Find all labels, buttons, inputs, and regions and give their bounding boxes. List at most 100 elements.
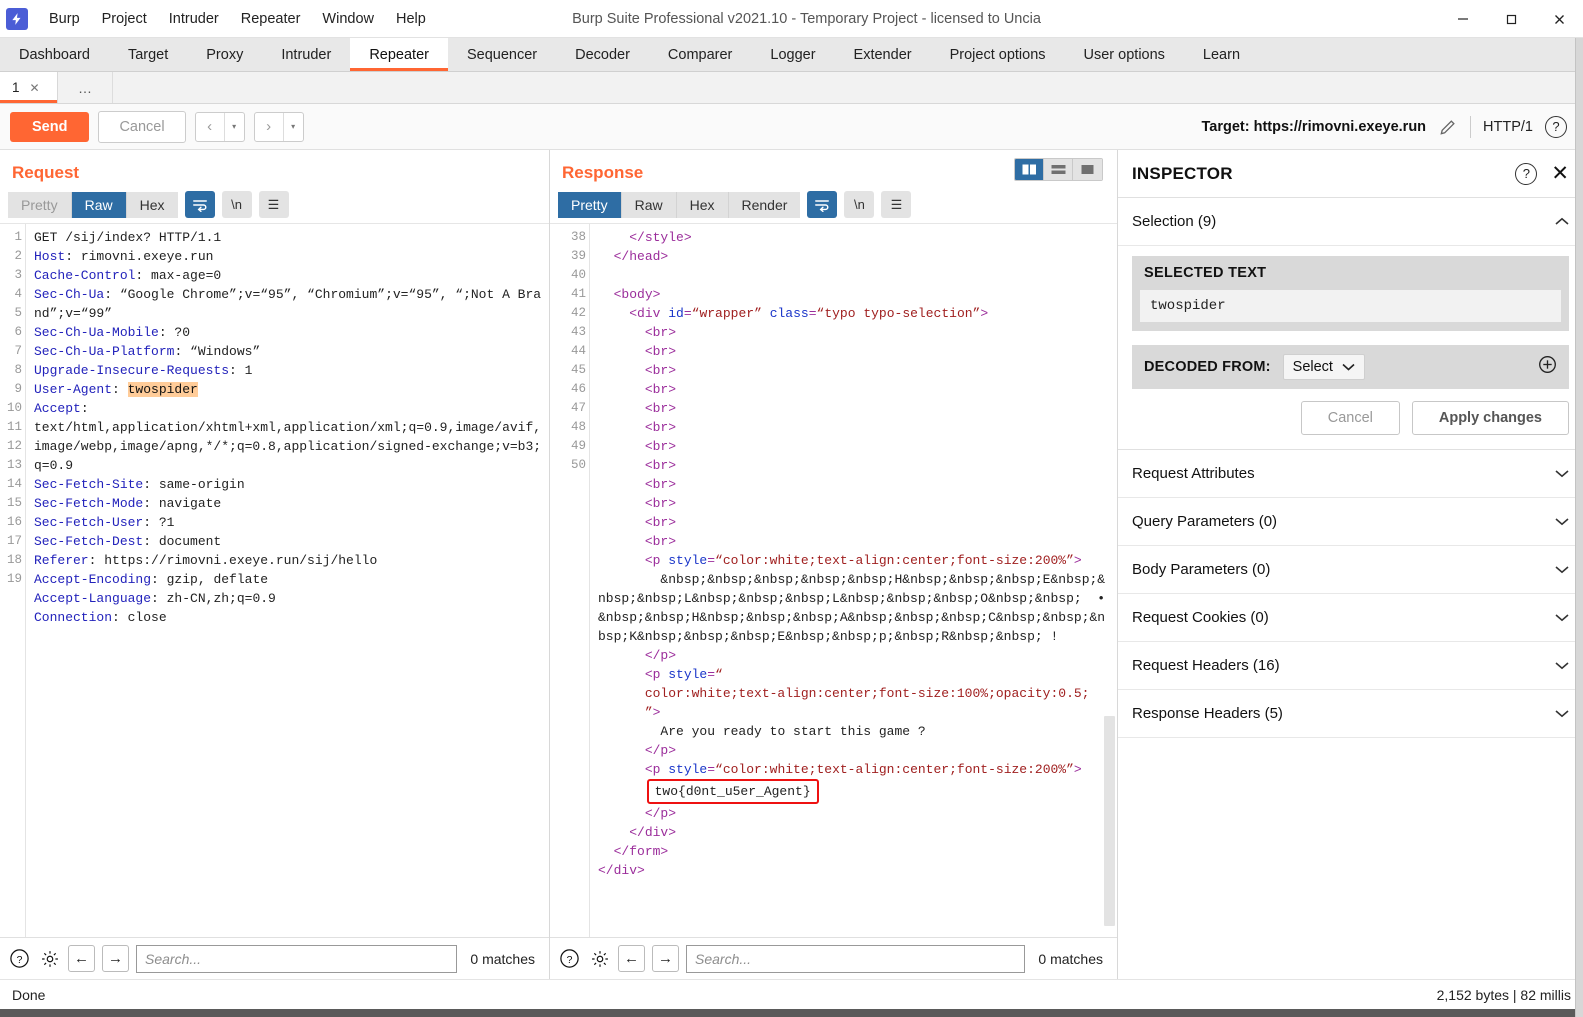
repeater-tab-1[interactable]: 1 ✕ [0,72,58,103]
tab-project-options[interactable]: Project options [931,38,1065,71]
tab-proxy[interactable]: Proxy [187,38,262,71]
tab-extender[interactable]: Extender [835,38,931,71]
menu-intruder[interactable]: Intruder [158,5,230,33]
cancel-button[interactable]: Cancel [98,110,186,143]
chevron-down-icon[interactable]: ▾ [223,112,244,141]
maximize-button[interactable] [1487,0,1535,38]
single-view-icon[interactable] [1073,159,1102,180]
tab-intruder[interactable]: Intruder [262,38,350,71]
response-tab-hex[interactable]: Hex [676,191,729,218]
title-bar: Burp Project Intruder Repeater Window He… [0,0,1583,38]
search-next-button[interactable]: → [652,945,679,972]
menu-repeater[interactable]: Repeater [230,5,312,33]
add-decoding-icon[interactable] [1538,355,1557,379]
split-vertical-view-icon[interactable] [1015,159,1044,180]
chevron-down-icon[interactable] [1555,563,1569,577]
chevron-down-icon[interactable] [1555,515,1569,529]
close-button[interactable] [1535,0,1583,38]
gear-icon[interactable] [38,947,61,970]
selected-text-label: SELECTED TEXT [1132,256,1569,290]
menu-window[interactable]: Window [311,5,385,33]
request-menu-icon[interactable]: ☰ [258,191,289,218]
minimize-button[interactable] [1439,0,1487,38]
close-icon[interactable]: ✕ [30,81,40,95]
response-editor[interactable]: 38 39 40 41 42 43 44 45 46 47 48 49 50 <… [550,223,1117,937]
inspector-title: INSPECTOR [1132,163,1233,183]
tab-sequencer[interactable]: Sequencer [448,38,556,71]
chevron-down-icon[interactable] [1555,707,1569,721]
menu-project[interactable]: Project [91,5,158,33]
wrap-lines-icon[interactable] [807,191,838,218]
section-label: Request Cookies (0) [1132,609,1269,626]
right-edge-scroll-strip[interactable] [1575,38,1583,1017]
chevron-down-icon[interactable] [1342,359,1355,375]
section-request-cookies[interactable]: Request Cookies (0) [1118,594,1583,642]
back-history-button[interactable]: ‹ ▾ [194,111,245,142]
help-icon[interactable]: ? [1545,115,1567,138]
tab-logger[interactable]: Logger [751,38,834,71]
gear-icon[interactable] [588,947,611,970]
response-tab-render[interactable]: Render [728,191,801,218]
section-request-headers[interactable]: Request Headers (16) [1118,642,1583,690]
newline-toggle-icon[interactable]: \n [844,191,875,218]
chevron-down-icon[interactable] [1555,611,1569,625]
tab-comparer[interactable]: Comparer [649,38,751,71]
response-menu-icon[interactable]: ☰ [881,191,912,218]
chevron-down-icon[interactable] [1555,659,1569,673]
section-query-parameters[interactable]: Query Parameters (0) [1118,498,1583,546]
http-version-selector[interactable]: HTTP/1 [1483,119,1533,135]
chevron-left-icon[interactable]: ‹ [196,113,224,141]
response-scrollbar[interactable] [1104,226,1115,935]
section-response-headers[interactable]: Response Headers (5) [1118,690,1583,738]
forward-history-button[interactable]: › ▾ [253,111,304,142]
section-request-attributes[interactable]: Request Attributes [1118,450,1583,498]
decoded-from-row: DECODED FROM: Select [1132,345,1569,389]
inspector-apply-changes-button[interactable]: Apply changes [1411,401,1569,435]
wrap-lines-icon[interactable] [184,191,215,218]
help-icon[interactable]: ? [8,947,31,970]
tab-target[interactable]: Target [109,38,187,71]
add-repeater-tab-button[interactable]: … [58,72,113,103]
response-tab-pretty[interactable]: Pretty [558,191,622,218]
menu-help[interactable]: Help [385,5,437,33]
inspector-cancel-button[interactable]: Cancel [1300,401,1400,435]
target-label: Target: https://rimovni.exeye.run [1201,118,1427,135]
edit-pencil-icon[interactable] [1438,117,1458,137]
request-search-input[interactable] [136,944,458,973]
selected-text-input[interactable] [1140,290,1561,322]
search-prev-button[interactable]: ← [618,945,645,972]
chevron-down-icon[interactable]: ▾ [282,112,303,141]
close-icon[interactable]: ✕ [1551,163,1569,184]
request-tab-hex[interactable]: Hex [126,191,178,218]
flag-text: two{d0nt_u5er_Agent} [654,784,811,799]
tab-user-options[interactable]: User options [1065,38,1184,71]
decoded-from-select[interactable]: Select [1282,354,1365,380]
tab-repeater[interactable]: Repeater [350,38,448,71]
decoded-from-label: DECODED FROM: [1144,359,1271,375]
tab-learn[interactable]: Learn [1184,38,1259,71]
tab-dashboard[interactable]: Dashboard [0,38,109,71]
request-editor[interactable]: 1 2 3 4 5 6 7 8 9 10 11 12 13 14 15 16 1… [0,223,549,937]
section-body-parameters[interactable]: Body Parameters (0) [1118,546,1583,594]
search-next-button[interactable]: → [102,945,129,972]
request-tab-raw[interactable]: Raw [71,191,127,218]
response-code[interactable]: </style> </head> <body> <div id=“wrapper… [590,224,1117,937]
chevron-up-icon[interactable] [1555,215,1569,229]
tab-decoder[interactable]: Decoder [556,38,649,71]
newline-toggle-icon[interactable]: \n [221,191,252,218]
layout-mode-group [1014,158,1103,181]
chevron-down-icon[interactable] [1555,467,1569,481]
send-button[interactable]: Send [10,111,90,142]
response-search-input[interactable] [686,944,1026,973]
inspector-selection-section[interactable]: Selection (9) [1118,198,1583,246]
help-icon[interactable]: ? [1515,162,1538,185]
response-tab-raw[interactable]: Raw [621,191,677,218]
menu-burp[interactable]: Burp [38,5,91,33]
search-prev-button[interactable]: ← [68,945,95,972]
chevron-right-icon[interactable]: › [255,113,283,141]
help-icon[interactable]: ? [558,947,581,970]
split-horizontal-view-icon[interactable] [1044,159,1073,180]
request-tab-pretty[interactable]: Pretty [8,191,72,218]
scrollbar-thumb[interactable] [1104,716,1115,926]
request-code[interactable]: GET /sij/index? HTTP/1.1 Host: rimovni.e… [26,224,549,937]
